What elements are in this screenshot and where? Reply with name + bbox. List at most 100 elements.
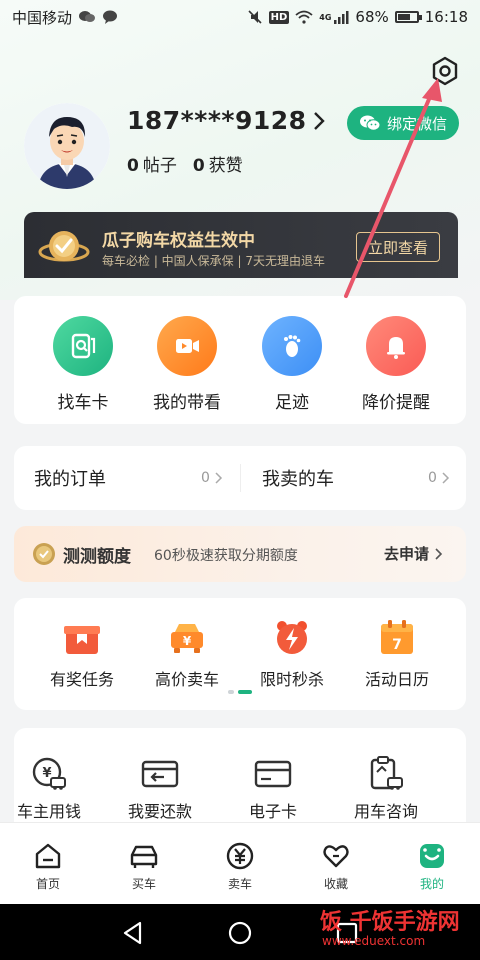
benefits-banner[interactable]: 瓜子购车权益生效中 每车必检 | 中国人保承保 | 7天无理由退车 立即查看 xyxy=(24,212,458,278)
credit-check-card[interactable]: 测测额度 60秒极速获取分期额度 去申请 xyxy=(14,526,466,582)
clock: 16:18 xyxy=(424,8,468,26)
service-e-card[interactable]: 电子卡 xyxy=(223,756,323,822)
promo-sell-high[interactable]: ¥ 高价卖车 xyxy=(142,618,232,690)
likes-label: 获赞 xyxy=(208,156,243,176)
home-button-icon[interactable] xyxy=(227,920,253,946)
service-repay[interactable]: 我要还款 xyxy=(110,756,210,822)
tab-favorites[interactable]: 收藏 xyxy=(288,823,384,904)
carrier-label: 中国移动 xyxy=(12,8,73,27)
quick-actions-card: 找车卡 我的带看 足迹 降价提醒 xyxy=(14,296,466,424)
wechat-icon xyxy=(359,115,381,131)
tab-home[interactable]: 首页 xyxy=(0,823,96,904)
view-now-button[interactable]: 立即查看 xyxy=(356,232,440,262)
battery-icon xyxy=(394,11,422,23)
status-bar: 中国移动 HD 4G 68% 16:18 xyxy=(0,0,480,34)
consult-icon xyxy=(370,756,403,790)
service-label: 我要还款 xyxy=(127,802,192,821)
banner-title: 瓜子购车权益生效中 xyxy=(102,231,255,251)
posts-count: 0 xyxy=(127,156,139,176)
promotions-card: 有奖任务 ¥ 高价卖车 限时秒杀 7 活动日历 xyxy=(14,598,466,710)
likes-count: 0 xyxy=(192,156,205,176)
tab-sell-car[interactable]: 卖车 xyxy=(192,823,288,904)
divider xyxy=(240,464,241,492)
flash-sale-icon xyxy=(277,621,307,654)
car-loan-icon: ¥ xyxy=(32,757,66,790)
repay-icon xyxy=(141,760,179,788)
service-label: 电子卡 xyxy=(248,802,297,821)
home-icon xyxy=(35,843,61,869)
wechat-notification-icon xyxy=(78,10,96,24)
calendar-icon: 7 xyxy=(381,620,413,654)
back-icon[interactable] xyxy=(120,920,146,946)
posts-label: 帖子 xyxy=(142,156,177,176)
bind-wechat-button[interactable]: 绑定微信 xyxy=(347,106,459,140)
settings-icon xyxy=(432,56,458,86)
network-type-label: 4G xyxy=(319,12,332,22)
credit-subtitle: 60秒极速获取分期额度 xyxy=(154,548,298,564)
quick-action-my-viewings[interactable]: 我的带看 xyxy=(142,316,232,413)
promo-flash-sale[interactable]: 限时秒杀 xyxy=(247,618,337,690)
svg-text:7: 7 xyxy=(392,637,402,653)
orders-card: 我的订单 0 我卖的车 0 xyxy=(14,446,466,510)
service-car-consult[interactable]: 用车咨询 xyxy=(336,756,436,822)
promo-reward-tasks[interactable]: 有奖任务 xyxy=(37,618,127,690)
chevron-right-icon xyxy=(442,472,450,484)
settings-button[interactable] xyxy=(428,54,462,88)
page-indicator xyxy=(228,690,252,694)
phone-number[interactable]: 187****9128 xyxy=(127,106,325,135)
hd-badge: HD xyxy=(268,10,290,24)
tab-label: 首页 xyxy=(35,877,60,891)
site-watermark: 饭 千饭手游网 www.eduext.com xyxy=(270,900,480,960)
quick-action-label: 找车卡 xyxy=(57,393,109,413)
service-label: 车主用钱 xyxy=(16,802,81,821)
battery-fill xyxy=(397,14,410,20)
e-card-icon xyxy=(254,760,292,788)
posts-stat[interactable]: 0 帖子 xyxy=(127,151,177,176)
sell-car-icon: ¥ xyxy=(171,624,203,653)
video-icon xyxy=(157,316,217,376)
bottom-tab-bar: 首页 买车 卖车 收藏 我的 xyxy=(0,822,480,904)
tab-label: 卖车 xyxy=(227,877,252,891)
phone-number-text: 187****9128 xyxy=(127,106,307,135)
mute-icon xyxy=(247,9,263,25)
sold-cars-label: 我卖的车 xyxy=(262,469,334,490)
bell-icon xyxy=(366,316,426,376)
sold-cars-count: 0 xyxy=(428,470,437,486)
my-orders-row[interactable]: 我的订单 0 xyxy=(34,446,234,510)
tab-label: 收藏 xyxy=(323,877,348,891)
promo-event-calendar[interactable]: 7 活动日历 xyxy=(352,618,442,690)
buy-car-icon xyxy=(130,845,158,868)
avatar[interactable] xyxy=(24,103,110,189)
tab-profile[interactable]: 我的 xyxy=(384,823,480,904)
tab-label: 我的 xyxy=(419,877,444,891)
gift-icon xyxy=(64,626,100,654)
watermark-url: www.eduext.com xyxy=(322,934,426,948)
svg-text:¥: ¥ xyxy=(183,634,192,648)
sold-cars-row[interactable]: 我卖的车 0 xyxy=(262,446,452,510)
page-dot-active xyxy=(238,690,252,694)
service-car-owner-loan[interactable]: ¥ 车主用钱 xyxy=(0,756,99,822)
quick-action-car-card[interactable]: 找车卡 xyxy=(38,316,128,413)
signal-icon xyxy=(333,10,349,24)
wifi-icon xyxy=(295,10,313,24)
promo-label: 有奖任务 xyxy=(49,670,114,689)
quick-action-label: 足迹 xyxy=(275,393,309,413)
benefit-badge-icon xyxy=(38,231,90,262)
likes-stat[interactable]: 0 获赞 xyxy=(193,151,243,176)
banner-subtitle: 每车必检 | 中国人保承保 | 7天无理由退车 xyxy=(102,254,325,268)
watermark-title: 饭 千饭手游网 xyxy=(320,910,460,935)
my-orders-label: 我的订单 xyxy=(34,469,106,490)
apply-link[interactable]: 去申请 xyxy=(384,543,443,564)
tab-label: 买车 xyxy=(131,877,156,891)
svg-text:¥: ¥ xyxy=(42,766,51,781)
tab-buy-car[interactable]: 买车 xyxy=(96,823,192,904)
chevron-right-icon xyxy=(215,472,223,484)
chevron-right-icon xyxy=(435,547,443,560)
profile-icon xyxy=(420,844,444,868)
service-label: 用车咨询 xyxy=(353,802,418,821)
footprint-icon xyxy=(262,316,322,376)
battery-percent: 68% xyxy=(355,8,389,26)
quick-action-footprint[interactable]: 足迹 xyxy=(247,316,337,413)
quick-action-price-alert[interactable]: 降价提醒 xyxy=(351,316,441,413)
sell-icon xyxy=(226,842,254,870)
